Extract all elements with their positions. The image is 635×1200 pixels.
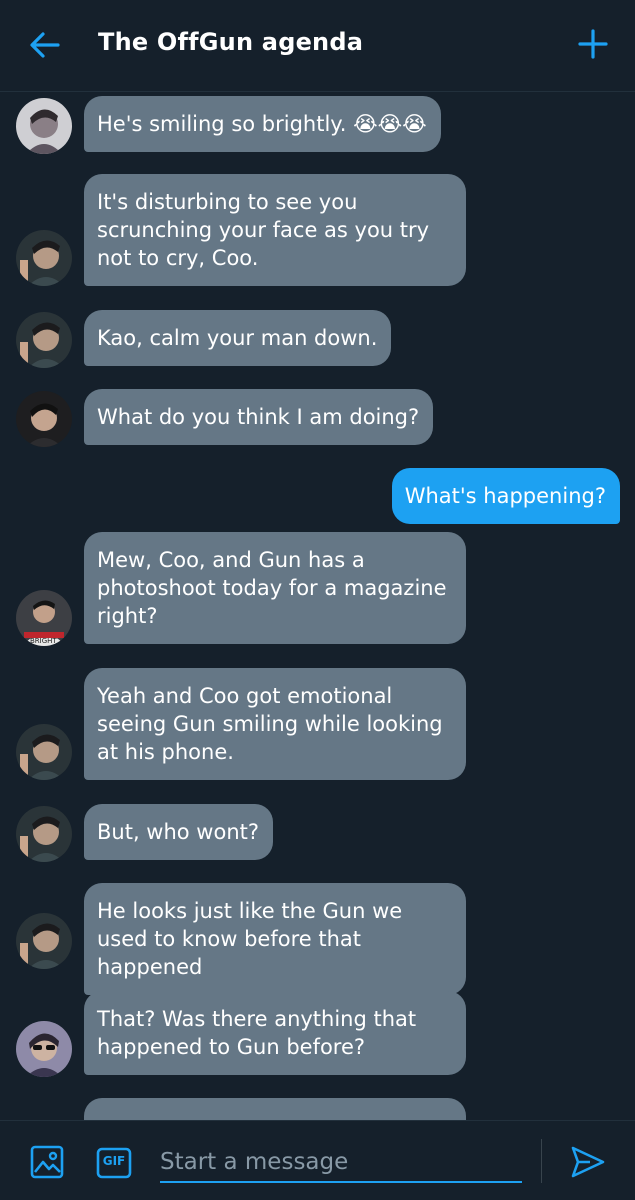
add-participant-button[interactable] (577, 28, 609, 60)
avatar-photo (16, 913, 72, 969)
avatar-photo (16, 230, 72, 286)
add-media-button[interactable] (30, 1145, 64, 1179)
message-bubble[interactable]: Mew, Coo, and Gun has a photoshoot today… (84, 532, 466, 644)
avatar-photo (16, 98, 72, 154)
avatar-photo: BRIGHT (16, 590, 72, 646)
avatar[interactable] (16, 806, 72, 862)
message-input[interactable] (160, 1143, 522, 1181)
send-button[interactable] (570, 1145, 606, 1179)
arrow-left-icon (30, 32, 60, 58)
message-composer (160, 1143, 522, 1183)
chat-header: The OffGun agenda (0, 0, 635, 92)
message-bubble[interactable]: It's disturbing to see you scrunching yo… (84, 174, 466, 286)
image-icon (30, 1145, 64, 1179)
message-bubble[interactable]: He's smiling so brightly. 😭😭😭 (84, 96, 441, 152)
message-bubble[interactable]: He looks just like the Gun we used to kn… (84, 883, 466, 995)
composer-bar: GIF (0, 1120, 635, 1200)
avatar[interactable] (16, 312, 72, 368)
svg-text:BRIGHT: BRIGHT (30, 637, 57, 645)
avatar[interactable] (16, 98, 72, 154)
avatar[interactable] (16, 913, 72, 969)
avatar[interactable] (16, 1021, 72, 1077)
message-bubble-outgoing[interactable]: What's happening? (391, 468, 620, 524)
avatar-photo (16, 312, 72, 368)
message-bubble[interactable]: What do you think I am doing? (84, 389, 434, 445)
avatar-photo (16, 724, 72, 780)
message-bubble[interactable]: Kao, calm your man down. (84, 310, 392, 366)
message-bubble[interactable]: That? Was there anything that happened t… (84, 991, 466, 1075)
avatar[interactable]: BRIGHT (16, 590, 72, 646)
gif-button[interactable]: GIF (96, 1147, 132, 1179)
gif-label: GIF (102, 1154, 126, 1168)
conversation-title: The OffGun agenda (98, 28, 364, 56)
message-thread[interactable]: He's smiling so brightly. 😭😭😭 It's distu… (0, 92, 635, 1120)
message-bubble-partial[interactable] (84, 1098, 466, 1120)
plus-icon (578, 29, 608, 59)
message-bubble[interactable]: Yeah and Coo got emotional seeing Gun sm… (84, 668, 466, 780)
divider (541, 1139, 542, 1183)
avatar[interactable] (16, 391, 72, 447)
avatar-photo (16, 391, 72, 447)
message-bubble[interactable]: But, who wont? (84, 804, 274, 860)
avatar-photo (16, 1021, 72, 1077)
back-button[interactable] (28, 30, 62, 60)
avatar[interactable] (16, 230, 72, 286)
send-icon (571, 1146, 605, 1178)
avatar[interactable] (16, 724, 72, 780)
avatar-photo (16, 806, 72, 862)
